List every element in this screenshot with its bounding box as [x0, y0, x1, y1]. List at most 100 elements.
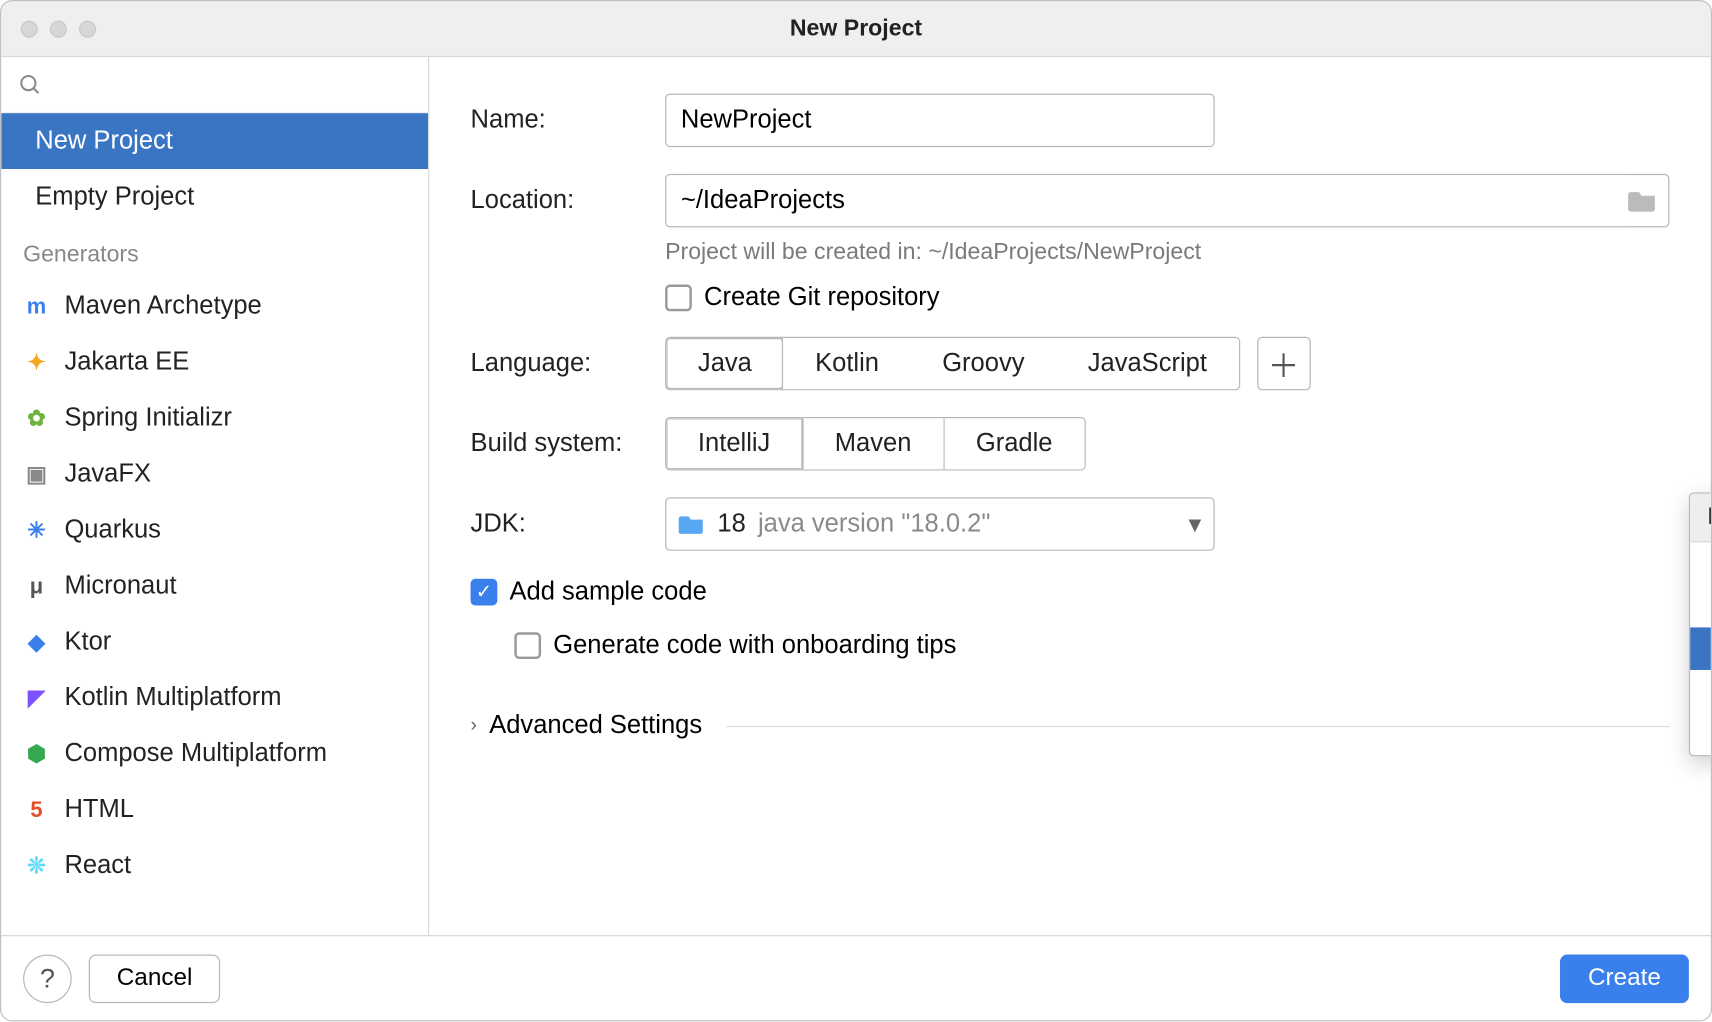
dialog-footer: ? Cancel Create	[1, 935, 1711, 1020]
sidebar-item-label: New Project	[35, 126, 173, 155]
sidebar-item-label: Maven Archetype	[64, 292, 261, 321]
chevron-right-icon: ›	[471, 715, 477, 737]
sidebar-item-kotlin-multiplatform[interactable]: ◤ Kotlin Multiplatform	[1, 670, 428, 726]
sidebar-item-label: Kotlin Multiplatform	[64, 683, 281, 712]
sidebar-item-label: Quarkus	[64, 516, 161, 545]
sidebar-item-label: Micronaut	[64, 571, 176, 600]
plugin-option-ruby[interactable]: Ruby	[1690, 670, 1712, 713]
sidebar-item-label: Spring Initializr	[64, 404, 231, 433]
browse-folder-icon[interactable]	[1627, 188, 1659, 212]
new-project-dialog: New Project New Project Empty Project Ge…	[0, 0, 1712, 1021]
build-option-maven[interactable]: Maven	[803, 418, 944, 469]
sidebar-item-compose-multiplatform[interactable]: ⬢ Compose Multiplatform	[1, 726, 428, 782]
sidebar-item-new-project[interactable]: New Project	[1, 113, 428, 169]
maximize-window-icon[interactable]	[79, 20, 96, 37]
sidebar-item-html[interactable]: 5 HTML	[1, 782, 428, 838]
location-hint: Project will be created in: ~/IdeaProjec…	[665, 240, 1669, 267]
jdk-version-text: java version "18.0.2"	[758, 509, 990, 538]
build-option-intellij[interactable]: IntelliJ	[666, 418, 803, 469]
sidebar-item-ktor[interactable]: ◆ Ktor	[1, 614, 428, 670]
plugin-option-scala[interactable]: Scala	[1690, 713, 1712, 756]
compose-multiplatform-icon: ⬢	[23, 741, 50, 767]
sidebar-item-empty-project[interactable]: Empty Project	[1, 169, 428, 225]
generate-onboarding-checkbox[interactable]	[514, 632, 541, 659]
maven-archetype-icon: m	[23, 294, 50, 320]
add-sample-code-label: Add sample code	[509, 578, 706, 607]
location-label: Location:	[471, 186, 666, 215]
plugin-option-go[interactable]: Go	[1690, 542, 1712, 585]
divider	[726, 725, 1669, 726]
jdk-number: 18	[717, 509, 745, 538]
dialog-body: New Project Empty Project Generators m Ma…	[1, 57, 1711, 935]
sidebar-item-label: Empty Project	[35, 182, 194, 211]
advanced-settings-label: Advanced Settings	[489, 711, 702, 740]
add-language-button[interactable]: ＋	[1257, 337, 1311, 391]
install-plugin-header: Install Plugin	[1690, 494, 1712, 543]
generate-onboarding-label: Generate code with onboarding tips	[553, 631, 956, 660]
sidebar-item-label: Jakarta EE	[64, 348, 189, 377]
sidebar-item-spring-initializr[interactable]: ✿ Spring Initializr	[1, 390, 428, 446]
html-icon: 5	[23, 797, 50, 823]
location-input-wrap	[665, 174, 1669, 228]
close-window-icon[interactable]	[21, 20, 38, 37]
sidebar-item-label: JavaFX	[64, 460, 151, 489]
sidebar-item-label: Ktor	[64, 627, 111, 656]
build-system-segmented: IntelliJMavenGradle	[665, 417, 1085, 471]
minimize-window-icon[interactable]	[50, 20, 67, 37]
sidebar-item-maven-archetype[interactable]: m Maven Archetype	[1, 278, 428, 334]
language-option-java[interactable]: Java	[665, 337, 785, 391]
location-input[interactable]	[681, 175, 1627, 226]
create-git-label: Create Git repository	[704, 283, 940, 312]
ktor-icon: ◆	[23, 629, 50, 655]
quarkus-icon: ✳	[23, 517, 50, 543]
build-system-label: Build system:	[471, 429, 666, 458]
plugin-option-python[interactable]: Python	[1690, 627, 1712, 670]
create-button[interactable]: Create	[1560, 954, 1689, 1003]
search-row	[1, 57, 428, 113]
build-option-gradle[interactable]: Gradle	[944, 418, 1084, 469]
micronaut-icon: μ	[23, 573, 50, 599]
sidebar-list: New Project Empty Project Generators m Ma…	[1, 113, 428, 935]
plugin-option-php[interactable]: PHP	[1690, 585, 1712, 628]
search-icon[interactable]	[18, 72, 42, 96]
main-panel: Name: Location: Project will be created …	[429, 57, 1711, 935]
sidebar-item-label: React	[64, 851, 131, 880]
create-git-checkbox[interactable]	[665, 285, 692, 312]
plus-icon: ＋	[1268, 341, 1300, 386]
advanced-settings-row[interactable]: › Advanced Settings	[471, 711, 1670, 740]
spring-initializr-icon: ✿	[23, 406, 50, 432]
sidebar-item-micronaut[interactable]: μ Micronaut	[1, 558, 428, 614]
language-segmented: JavaKotlinGroovyJavaScript	[665, 337, 1240, 391]
name-input[interactable]	[665, 94, 1215, 148]
language-option-javascript[interactable]: JavaScript	[1056, 338, 1238, 389]
react-icon: ❊	[23, 853, 50, 879]
sidebar-item-react[interactable]: ❊ React	[1, 838, 428, 894]
window-controls	[21, 20, 96, 37]
sidebar-item-quarkus[interactable]: ✳ Quarkus	[1, 502, 428, 558]
jdk-dropdown[interactable]: 18 java version "18.0.2" ▾	[665, 497, 1215, 551]
jdk-label: JDK:	[471, 509, 666, 538]
language-label: Language:	[471, 349, 666, 378]
add-sample-code-checkbox[interactable]: ✓	[471, 579, 498, 606]
name-label: Name:	[471, 106, 666, 135]
help-icon: ?	[40, 962, 55, 994]
install-plugin-popup: Install Plugin GoPHPPythonRubyScala	[1689, 492, 1712, 756]
javafx-icon: ▣	[23, 461, 50, 487]
sidebar-item-javafx[interactable]: ▣ JavaFX	[1, 446, 428, 502]
jakarta-ee-icon: ✦	[23, 350, 50, 376]
kotlin-multiplatform-icon: ◤	[23, 685, 50, 711]
language-option-groovy[interactable]: Groovy	[911, 338, 1057, 389]
generate-onboarding-row[interactable]: Generate code with onboarding tips	[514, 631, 1669, 660]
sidebar: New Project Empty Project Generators m Ma…	[1, 57, 429, 935]
jdk-folder-icon	[678, 513, 705, 535]
titlebar: New Project	[1, 1, 1711, 57]
create-git-checkbox-row[interactable]: Create Git repository	[665, 283, 1669, 312]
sidebar-item-label: HTML	[64, 795, 134, 824]
sidebar-item-jakarta-ee[interactable]: ✦ Jakarta EE	[1, 334, 428, 390]
help-button[interactable]: ?	[23, 954, 72, 1003]
sidebar-item-label: Compose Multiplatform	[64, 739, 327, 768]
language-option-kotlin[interactable]: Kotlin	[783, 338, 910, 389]
generators-heading: Generators	[1, 225, 428, 278]
add-sample-code-row[interactable]: ✓ Add sample code	[471, 578, 1670, 607]
cancel-button[interactable]: Cancel	[89, 954, 221, 1003]
